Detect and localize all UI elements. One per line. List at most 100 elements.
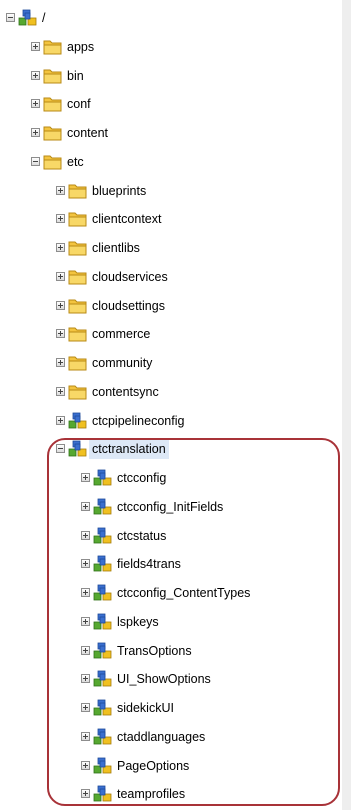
tree-node-bin[interactable]: bin bbox=[0, 62, 342, 90]
tree-node-pageoptions[interactable]: PageOptions bbox=[0, 752, 342, 780]
node-icon bbox=[93, 469, 112, 486]
tree-node-label[interactable]: lspkeys bbox=[114, 612, 162, 632]
tree-node-label[interactable]: cloudservices bbox=[89, 267, 171, 287]
tree-node-label[interactable]: contentsync bbox=[89, 382, 162, 402]
tree-node-clientcontext[interactable]: clientcontext bbox=[0, 205, 342, 233]
tree-node-label[interactable]: teamprofiles bbox=[114, 784, 188, 804]
expand-toggle-icon[interactable] bbox=[56, 416, 65, 425]
tree-node-label[interactable]: content bbox=[64, 123, 111, 143]
tree-node-blueprints[interactable]: blueprints bbox=[0, 177, 342, 205]
collapse-toggle-icon[interactable] bbox=[31, 157, 40, 166]
tree-node-label[interactable]: ctcstatus bbox=[114, 526, 169, 546]
tree-node-label[interactable]: commerce bbox=[89, 324, 153, 344]
folder-icon bbox=[68, 239, 87, 256]
tree-node-label[interactable]: / bbox=[39, 8, 48, 28]
expand-toggle-icon[interactable] bbox=[31, 99, 40, 108]
tree-node-etc[interactable]: etc bbox=[0, 148, 342, 176]
tree-node-label[interactable]: conf bbox=[64, 94, 94, 114]
tree-node-label[interactable]: ctaddlanguages bbox=[114, 727, 208, 747]
tree-node-label[interactable]: clientlibs bbox=[89, 238, 143, 258]
tree-node-ctcconfig-initfields[interactable]: ctcconfig_InitFields bbox=[0, 493, 342, 521]
folder-icon bbox=[68, 354, 87, 371]
expand-toggle-icon[interactable] bbox=[56, 301, 65, 310]
tree-node-label[interactable]: etc bbox=[64, 152, 87, 172]
expand-toggle-icon[interactable] bbox=[81, 531, 90, 540]
expand-toggle-icon[interactable] bbox=[56, 329, 65, 338]
expand-toggle-icon[interactable] bbox=[81, 502, 90, 511]
tree-node-label[interactable]: UI_ShowOptions bbox=[114, 669, 214, 689]
folder-icon bbox=[43, 153, 62, 170]
tree-node-apps[interactable]: apps bbox=[0, 33, 342, 61]
tree-node-ctctranslation[interactable]: ctctranslation bbox=[0, 435, 342, 463]
tree-node-cloudsettings[interactable]: cloudsettings bbox=[0, 292, 342, 320]
tree-node-cloudservices[interactable]: cloudservices bbox=[0, 263, 342, 291]
node-icon bbox=[93, 584, 112, 601]
tree-node-label[interactable]: ctcconfig bbox=[114, 468, 169, 488]
tree-node-label[interactable]: TransOptions bbox=[114, 641, 195, 661]
folder-icon bbox=[68, 383, 87, 400]
tree-node-contentsync[interactable]: contentsync bbox=[0, 378, 342, 406]
folder-icon bbox=[43, 95, 62, 112]
repository-tree-panel: / apps bin conf content etc blueprints clientco… bbox=[0, 0, 343, 810]
tree-node-ctcstatus[interactable]: ctcstatus bbox=[0, 522, 342, 550]
expand-toggle-icon[interactable] bbox=[31, 42, 40, 51]
node-icon bbox=[93, 728, 112, 745]
expand-toggle-icon[interactable] bbox=[56, 358, 65, 367]
tree-node-ctcpipelineconfig[interactable]: ctcpipelineconfig bbox=[0, 407, 342, 435]
expand-toggle-icon[interactable] bbox=[56, 214, 65, 223]
tree-node-label[interactable]: fields4trans bbox=[114, 554, 184, 574]
expand-toggle-icon[interactable] bbox=[81, 559, 90, 568]
tree-node-label[interactable]: ctcconfig_InitFields bbox=[114, 497, 226, 517]
expand-toggle-icon[interactable] bbox=[31, 71, 40, 80]
node-icon bbox=[93, 757, 112, 774]
tree-node-clientlibs[interactable]: clientlibs bbox=[0, 234, 342, 262]
tree-node-label[interactable]: ctcconfig_ContentTypes bbox=[114, 583, 253, 603]
tree-node-ui-showoptions[interactable]: UI_ShowOptions bbox=[0, 665, 342, 693]
expand-toggle-icon[interactable] bbox=[81, 617, 90, 626]
tree-node-ctcconfig-contenttypes[interactable]: ctcconfig_ContentTypes bbox=[0, 579, 342, 607]
tree-node-conf[interactable]: conf bbox=[0, 90, 342, 118]
tree-node-ctaddlanguages[interactable]: ctaddlanguages bbox=[0, 723, 342, 751]
tree-node-ctcconfig[interactable]: ctcconfig bbox=[0, 464, 342, 492]
tree-node-label[interactable]: ctctranslation bbox=[89, 439, 169, 459]
tree-node-label[interactable]: PageOptions bbox=[114, 756, 192, 776]
expand-toggle-icon[interactable] bbox=[81, 789, 90, 798]
node-icon bbox=[93, 613, 112, 630]
expand-toggle-icon[interactable] bbox=[31, 128, 40, 137]
expand-toggle-icon[interactable] bbox=[56, 243, 65, 252]
collapse-toggle-icon[interactable] bbox=[56, 444, 65, 453]
tree-node-label[interactable]: blueprints bbox=[89, 181, 149, 201]
tree-node-label[interactable]: community bbox=[89, 353, 155, 373]
folder-icon bbox=[68, 210, 87, 227]
tree-node-content[interactable]: content bbox=[0, 119, 342, 147]
tree-node-teamprofiles[interactable]: teamprofiles bbox=[0, 780, 342, 808]
tree-node-fields4trans[interactable]: fields4trans bbox=[0, 550, 342, 578]
tree-node-label[interactable]: apps bbox=[64, 37, 97, 57]
expand-toggle-icon[interactable] bbox=[56, 186, 65, 195]
tree-node-label[interactable]: bin bbox=[64, 66, 87, 86]
tree-node-community[interactable]: community bbox=[0, 349, 342, 377]
tree-node-commerce[interactable]: commerce bbox=[0, 320, 342, 348]
tree-node-sidekickui[interactable]: sidekickUI bbox=[0, 694, 342, 722]
expand-toggle-icon[interactable] bbox=[81, 732, 90, 741]
node-icon bbox=[93, 699, 112, 716]
tree-node-lspkeys[interactable]: lspkeys bbox=[0, 608, 342, 636]
tree-node-label[interactable]: cloudsettings bbox=[89, 296, 168, 316]
expand-toggle-icon[interactable] bbox=[81, 646, 90, 655]
expand-toggle-icon[interactable] bbox=[81, 674, 90, 683]
expand-toggle-icon[interactable] bbox=[81, 703, 90, 712]
folder-icon bbox=[43, 38, 62, 55]
tree-node-label[interactable]: sidekickUI bbox=[114, 698, 177, 718]
expand-toggle-icon[interactable] bbox=[56, 387, 65, 396]
expand-toggle-icon[interactable] bbox=[81, 761, 90, 770]
tree-node-label[interactable]: clientcontext bbox=[89, 209, 164, 229]
tree-node-transoptions[interactable]: TransOptions bbox=[0, 637, 342, 665]
expand-toggle-icon[interactable] bbox=[81, 588, 90, 597]
folder-icon bbox=[68, 325, 87, 342]
tree-node-root[interactable]: / bbox=[0, 4, 342, 32]
expand-toggle-icon[interactable] bbox=[81, 473, 90, 482]
collapse-toggle-icon[interactable] bbox=[6, 13, 15, 22]
node-icon bbox=[93, 642, 112, 659]
tree-node-label[interactable]: ctcpipelineconfig bbox=[89, 411, 187, 431]
expand-toggle-icon[interactable] bbox=[56, 272, 65, 281]
